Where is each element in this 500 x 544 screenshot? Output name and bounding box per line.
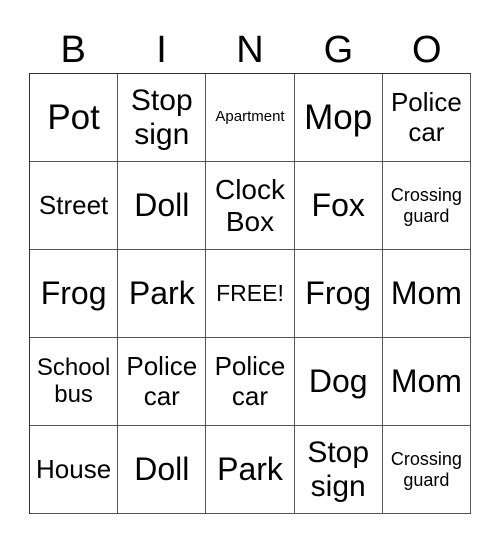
cell-text: Apartment	[215, 108, 285, 126]
bingo-cell[interactable]: Crossing guard	[382, 426, 471, 514]
bingo-cell[interactable]: Frog	[30, 250, 119, 338]
bingo-cell[interactable]: Stop sign	[118, 74, 207, 162]
header-letter-o: O	[411, 29, 442, 71]
bingo-cell[interactable]: Police car	[118, 338, 207, 426]
cell-text: Doll	[134, 450, 190, 487]
bingo-cell[interactable]: Street	[30, 162, 119, 250]
cell-text: School bus	[36, 353, 111, 408]
cell-text: Fox	[311, 186, 365, 223]
cell-text: Street	[38, 189, 109, 220]
bingo-cell[interactable]: School bus	[30, 338, 119, 426]
bingo-cell[interactable]: Apartment	[206, 74, 295, 162]
cell-text: Crossing guard	[390, 185, 462, 226]
bingo-cell-free[interactable]: FREE!	[206, 250, 295, 338]
bingo-cell[interactable]: Clock Box	[206, 162, 295, 250]
cell-text: Police car	[214, 351, 286, 411]
bingo-cell[interactable]: Park	[206, 426, 295, 514]
header-letter-i: I	[156, 29, 167, 71]
cell-text: Stop sign	[130, 83, 193, 151]
bingo-cell[interactable]: Crossing guard	[382, 162, 471, 250]
bingo-cell[interactable]: House	[30, 426, 119, 514]
cell-text: Frog	[305, 274, 372, 311]
bingo-cell[interactable]: Stop sign	[294, 426, 383, 514]
bingo-cell[interactable]: Mom	[382, 338, 471, 426]
bingo-cell[interactable]: Mom	[382, 250, 471, 338]
bingo-cell[interactable]: Police car	[382, 74, 471, 162]
cell-text: FREE!	[216, 279, 284, 306]
bingo-cell[interactable]: Doll	[118, 426, 207, 514]
bingo-cell[interactable]: Frog	[294, 250, 383, 338]
bingo-cell[interactable]: Mop	[294, 74, 383, 162]
cell-text: Mop	[304, 97, 373, 137]
cell-text: House	[36, 453, 112, 484]
cell-text: Pot	[47, 97, 100, 137]
cell-text: Stop sign	[307, 435, 370, 503]
cell-text: Police car	[126, 351, 198, 411]
header-letter-g: G	[323, 29, 354, 71]
cell-text: Park	[217, 450, 283, 487]
cell-text: Clock Box	[214, 174, 285, 237]
bingo-cell[interactable]: Fox	[294, 162, 383, 250]
bingo-cell[interactable]: Pot	[30, 74, 119, 162]
cell-text: Park	[128, 274, 195, 311]
header-letter-b: B	[60, 29, 86, 71]
cell-text: Police car	[390, 87, 462, 147]
cell-text: Crossing guard	[390, 449, 462, 490]
bingo-cell[interactable]: Dog	[294, 338, 383, 426]
cell-text: Mom	[390, 274, 462, 311]
header-letter-n: N	[236, 29, 264, 71]
cell-text: Doll	[134, 186, 190, 223]
bingo-cell[interactable]: Doll	[118, 162, 207, 250]
bingo-grid: Pot Stop sign Apartment Mop Police car S…	[29, 73, 471, 514]
cell-text: Mom	[390, 362, 462, 399]
cell-text: Dog	[308, 362, 368, 399]
cell-text: Frog	[40, 274, 107, 311]
bingo-header: B I N G O	[29, 28, 471, 72]
bingo-cell[interactable]: Park	[118, 250, 207, 338]
bingo-cell[interactable]: Police car	[206, 338, 295, 426]
